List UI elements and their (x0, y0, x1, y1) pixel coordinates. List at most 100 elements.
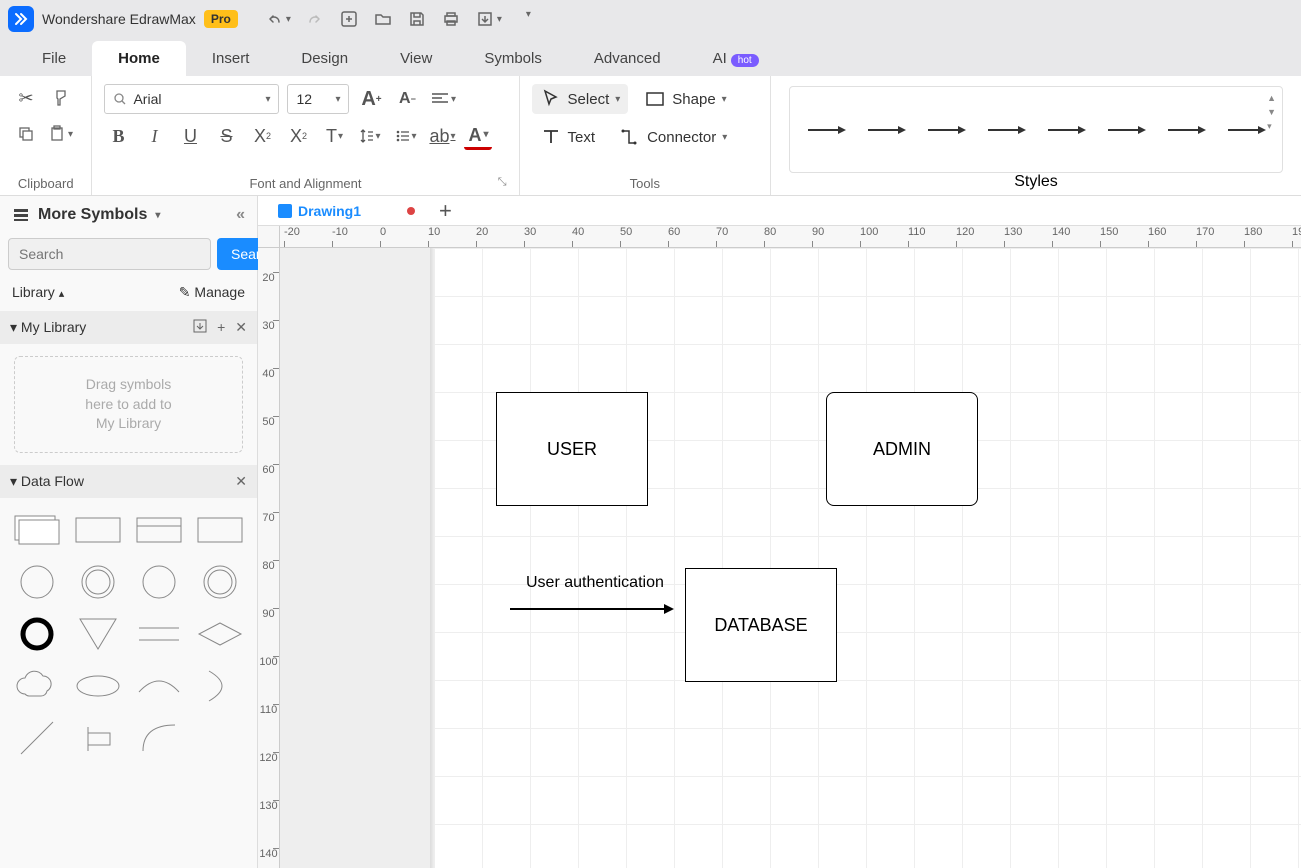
shape-lines[interactable] (133, 612, 186, 656)
shape-double-circle[interactable] (71, 560, 124, 604)
font-expand-icon[interactable]: ⤡ (498, 176, 507, 189)
align-icon[interactable]: ▾ (429, 85, 457, 113)
format-painter-icon[interactable] (48, 84, 76, 112)
shape-line[interactable] (10, 716, 63, 760)
search-input[interactable] (8, 238, 211, 270)
menu-view[interactable]: View (374, 41, 458, 76)
manage-link[interactable]: ✎ Manage (179, 284, 245, 301)
shape-double-circle2[interactable] (194, 560, 247, 604)
increase-font-icon[interactable]: A+ (357, 85, 385, 113)
export-caret[interactable]: ▾ (497, 14, 502, 25)
menu-symbols[interactable]: Symbols (458, 41, 568, 76)
shape-rect[interactable] (71, 508, 124, 552)
document-tab[interactable]: Drawing1 (268, 199, 425, 223)
undo-caret[interactable]: ▾ (286, 14, 291, 25)
scroll-up-icon[interactable]: ▲ (1267, 93, 1276, 103)
menu-ai[interactable]: AIhot (687, 41, 785, 76)
new-icon[interactable] (339, 9, 359, 29)
underline-icon[interactable]: U (176, 122, 204, 150)
collapse-sidebar-icon[interactable]: « (236, 206, 245, 224)
arrow-user-database[interactable] (510, 608, 672, 610)
save-icon[interactable] (407, 9, 427, 29)
arrow-label[interactable]: User authentication (526, 574, 664, 592)
select-tool[interactable]: Select▾ (532, 84, 629, 114)
more-symbols-label[interactable]: More Symbols (38, 206, 147, 224)
highlight-icon[interactable]: ab▾ (428, 122, 456, 150)
arrow-sample[interactable] (928, 129, 964, 131)
copy-icon[interactable] (12, 120, 40, 148)
menu-design[interactable]: Design (275, 41, 374, 76)
document-icon (278, 204, 292, 218)
font-select[interactable]: Arial ▾ (104, 84, 279, 114)
my-library-panel-head[interactable]: ▾ My Library + ✕ (0, 311, 257, 344)
text-tool[interactable]: Text (532, 122, 604, 152)
shape-circle[interactable] (10, 560, 63, 604)
font-color-icon[interactable]: A▾ (464, 122, 492, 150)
shape-table[interactable] (133, 508, 186, 552)
paste-icon[interactable]: ▾ (48, 120, 73, 148)
arrow-sample[interactable] (1228, 129, 1264, 131)
ruler-v-tick: 70 (258, 512, 279, 524)
shape-tool[interactable]: Shape▾ (636, 84, 734, 114)
node-admin[interactable]: ADMIN (826, 392, 978, 506)
dataflow-panel-head[interactable]: ▾ Data Flow ✕ (0, 465, 257, 498)
superscript-icon[interactable]: X2 (248, 122, 276, 150)
subscript-icon[interactable]: X2 (284, 122, 312, 150)
text-direction-icon[interactable]: T▾ (320, 122, 348, 150)
shape-flag-rect[interactable] (71, 716, 124, 760)
library-link[interactable]: Library ▴ (12, 284, 64, 301)
close-library-icon[interactable]: ✕ (235, 319, 247, 336)
shape-rect2[interactable] (194, 508, 247, 552)
redo-icon[interactable] (305, 9, 325, 29)
shape-ellipse[interactable] (71, 664, 124, 708)
open-icon[interactable] (373, 9, 393, 29)
ruler-h-tick: 180 (1244, 226, 1262, 247)
canvas[interactable]: USER ADMIN DATABASE User authentication (280, 248, 1301, 868)
expand-styles-icon[interactable]: ▾ (1267, 121, 1276, 132)
add-library-icon[interactable]: + (217, 319, 225, 336)
ruler-vertical[interactable]: 2030405060708090100110120130140 (258, 248, 280, 868)
size-select[interactable]: 12▾ (287, 84, 349, 114)
arrow-sample[interactable] (1168, 129, 1204, 131)
arrow-sample[interactable] (868, 129, 904, 131)
node-database[interactable]: DATABASE (685, 568, 837, 682)
connector-tool[interactable]: Connector▾ (611, 122, 735, 152)
decrease-font-icon[interactable]: A− (393, 85, 421, 113)
new-tab-button[interactable]: + (433, 198, 458, 224)
ruler-horizontal[interactable]: -20-100102030405060708090100110120130140… (280, 226, 1301, 248)
arrow-styles-row[interactable]: ▲ ▼ ▾ (789, 86, 1283, 173)
shape-circle2[interactable] (133, 560, 186, 604)
more-symbols-caret[interactable]: ▾ (155, 210, 160, 221)
arrow-sample[interactable] (1048, 129, 1084, 131)
menu-file[interactable]: File (16, 41, 92, 76)
shape-diamond[interactable] (194, 612, 247, 656)
ruler-v-tick: 140 (258, 848, 279, 860)
undo-icon[interactable] (264, 9, 284, 29)
qa-more-caret[interactable]: ▾ (526, 9, 531, 29)
menu-advanced[interactable]: Advanced (568, 41, 687, 76)
bold-icon[interactable]: B (104, 122, 132, 150)
arrow-sample[interactable] (1108, 129, 1144, 131)
shape-arc-right[interactable] (194, 664, 247, 708)
menu-insert[interactable]: Insert (186, 41, 276, 76)
strike-icon[interactable]: S (212, 122, 240, 150)
print-icon[interactable] (441, 9, 461, 29)
shape-stacked-rect[interactable] (10, 508, 63, 552)
italic-icon[interactable]: I (140, 122, 168, 150)
shape-bold-circle[interactable] (10, 612, 63, 656)
shape-triangle[interactable] (71, 612, 124, 656)
shape-curve[interactable] (133, 716, 186, 760)
scroll-down-icon[interactable]: ▼ (1267, 107, 1276, 117)
menu-home[interactable]: Home (92, 41, 186, 76)
shape-cloud[interactable] (10, 664, 63, 708)
shape-arc-down[interactable] (133, 664, 186, 708)
cut-icon[interactable]: ✂ (12, 84, 40, 112)
bullets-icon[interactable]: ▾ (392, 122, 420, 150)
arrow-sample[interactable] (988, 129, 1024, 131)
arrow-sample[interactable] (808, 129, 844, 131)
node-user[interactable]: USER (496, 392, 648, 506)
close-dataflow-icon[interactable]: ✕ (235, 473, 247, 490)
line-spacing-icon[interactable]: ▾ (356, 122, 384, 150)
import-library-icon[interactable] (193, 319, 207, 336)
export-icon[interactable] (475, 9, 495, 29)
